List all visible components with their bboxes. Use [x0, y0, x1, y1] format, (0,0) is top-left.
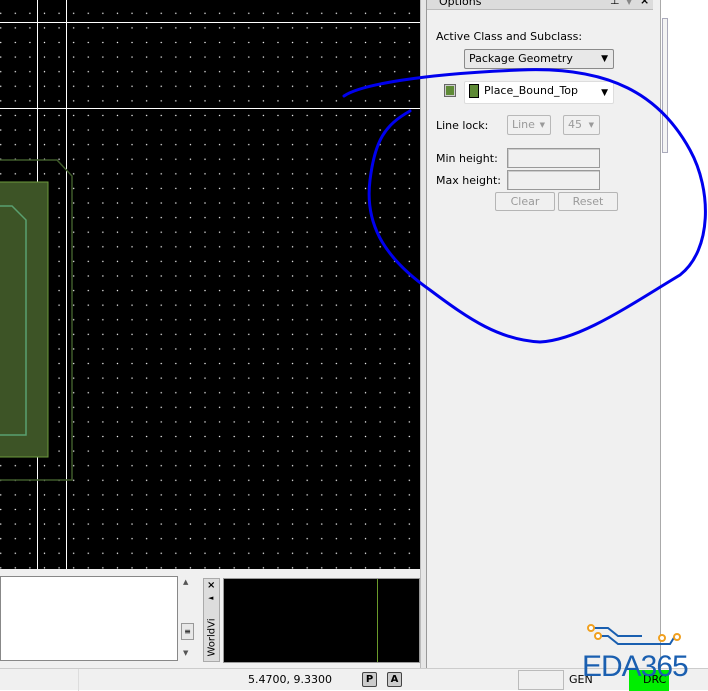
eda365-watermark: EDA365: [582, 622, 694, 688]
reset-button[interactable]: Reset: [558, 192, 618, 211]
design-canvas[interactable]: [0, 0, 420, 569]
close-icon[interactable]: ×: [640, 0, 649, 7]
place-bound-fill: [0, 181, 49, 458]
worldview-label: WorldVi: [206, 618, 218, 657]
max-height-input[interactable]: [507, 170, 600, 190]
subclass-color-icon: [469, 84, 479, 98]
circuit-logo-icon: [587, 624, 681, 645]
scroll-down-icon[interactable]: ▼: [183, 649, 188, 657]
min-height-label: Min height:: [436, 152, 498, 165]
p-button[interactable]: P: [362, 672, 377, 687]
scroll-thumb[interactable]: ≡: [181, 623, 194, 640]
watermark-text: EDA365: [582, 650, 689, 683]
coordinates-readout: 5.4700, 9.3300: [248, 673, 332, 686]
dropdown-icon[interactable]: ▼: [626, 0, 632, 8]
max-height-label: Max height:: [436, 174, 502, 187]
line-lock-label: Line lock:: [436, 119, 489, 132]
pin-icon[interactable]: ⊥: [610, 0, 620, 7]
console-scrollbar[interactable]: ▲ ≡ ▼: [180, 576, 196, 661]
options-title: Options: [439, 0, 482, 8]
command-console[interactable]: [0, 576, 178, 661]
subclass-value: Place_Bound_Top: [484, 84, 579, 97]
options-titlebar: Options ⊥ ▼ ×: [427, 0, 653, 10]
options-panel: Options ⊥ ▼ × Active Class and Subclass:…: [427, 0, 661, 670]
panel-splitter[interactable]: [420, 0, 427, 670]
subclass-select[interactable]: Place_Bound_Top ▼: [464, 81, 614, 104]
min-height-input[interactable]: [507, 148, 600, 168]
view-marker: [377, 579, 378, 662]
class-value: Package Geometry: [469, 52, 573, 65]
status-field: [518, 670, 564, 690]
angle-select[interactable]: 45 ▼: [563, 115, 600, 135]
close-icon[interactable]: ×: [207, 580, 215, 591]
clear-button[interactable]: Clear: [495, 192, 555, 211]
worldview-panel[interactable]: [223, 578, 420, 663]
scroll-up-icon[interactable]: ▲: [183, 578, 188, 586]
line-lock-value: Line: [512, 118, 535, 131]
a-button[interactable]: A: [387, 672, 402, 687]
arrow-left-icon[interactable]: ◄: [208, 594, 213, 602]
subclass-color-swatch[interactable]: [444, 84, 456, 97]
class-select[interactable]: Package Geometry ▼: [464, 49, 614, 69]
chevron-down-icon: ▼: [601, 88, 608, 98]
worldview-tab[interactable]: × ◄ WorldVi: [203, 578, 220, 662]
angle-value: 45: [568, 118, 582, 131]
chevron-down-icon: ▼: [588, 121, 594, 129]
package-geometry-shapes: [0, 159, 73, 481]
chevron-down-icon: ▼: [601, 54, 608, 64]
active-class-label: Active Class and Subclass:: [436, 30, 583, 43]
side-tab[interactable]: [662, 18, 668, 153]
chevron-down-icon: ▼: [539, 121, 545, 129]
line-lock-select[interactable]: Line ▼: [507, 115, 551, 135]
